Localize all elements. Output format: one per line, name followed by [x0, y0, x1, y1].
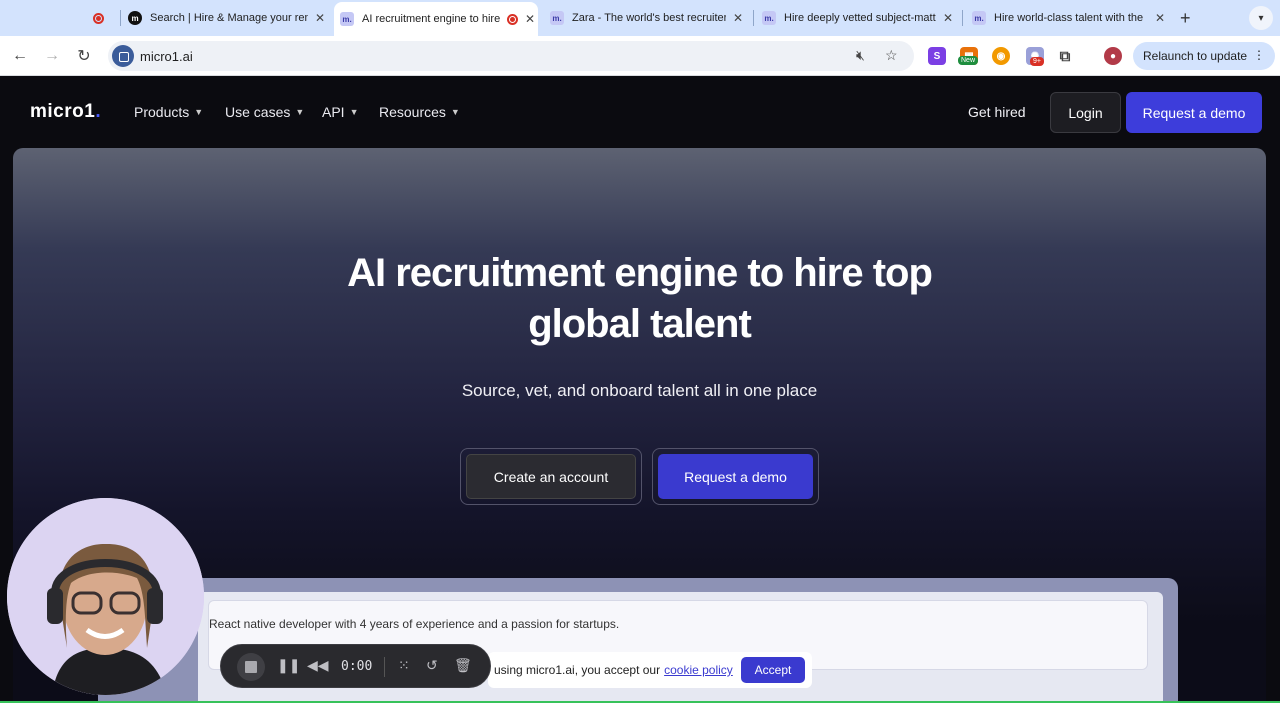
tab-title: Hire deeply vetted subject-matter — [784, 12, 936, 24]
micro1-favicon-icon: m. — [972, 11, 986, 25]
create-account-wrapper: Create an account — [460, 448, 642, 505]
rewind-icon[interactable]: ◀◀ — [307, 657, 329, 674]
extension-firefox-icon[interactable]: ◉ — [992, 47, 1010, 65]
tab-search-dropdown-icon[interactable]: ▾ — [1249, 6, 1273, 30]
browser-tab-strip: m Search | Hire & Manage your remote ✕ m… — [0, 0, 1280, 36]
request-demo-wrapper: Request a demo — [652, 448, 819, 505]
hero-title: AI recruitment engine to hire top global… — [347, 251, 933, 346]
login-button[interactable]: Login — [1050, 92, 1121, 133]
request-demo-button[interactable]: Request a demo — [1126, 92, 1262, 133]
presenter-video — [7, 498, 204, 695]
tab-recording[interactable] — [84, 4, 120, 32]
relaunch-label: Relaunch to update — [1143, 49, 1248, 63]
close-icon[interactable]: ✕ — [1152, 11, 1168, 25]
back-icon[interactable]: ← — [8, 44, 32, 68]
prompt-text: React native developer with 4 years of e… — [209, 617, 620, 631]
micro1-logo[interactable]: micro1. — [30, 101, 101, 123]
nav-api[interactable]: API ▼ — [322, 104, 359, 120]
mute-site-icon[interactable]: 🔇︎ — [856, 47, 865, 64]
nav-resources[interactable]: Resources ▼ — [379, 104, 460, 120]
screen-recorder-toolbar: ❚❚ ◀◀ 0:00 ⁙ ↺ 🗑︎ — [220, 644, 491, 688]
site-info-icon[interactable] — [112, 45, 134, 67]
tab-title: AI recruitment engine to hire — [362, 13, 501, 25]
get-hired-link[interactable]: Get hired — [968, 104, 1026, 120]
chevron-down-icon: ▼ — [349, 107, 359, 117]
tab-zara[interactable]: m. Zara - The world's best recruiter ✕ — [550, 4, 746, 32]
grid-dots-icon[interactable]: ⁙ — [398, 657, 410, 674]
webcam-bubble[interactable] — [7, 498, 204, 695]
tab-hire-vetted[interactable]: m. Hire deeply vetted subject-matter ✕ — [762, 4, 956, 32]
reload-icon[interactable]: ↻ — [72, 44, 96, 68]
close-icon[interactable]: ✕ — [940, 11, 956, 25]
close-icon[interactable]: ✕ — [312, 11, 328, 25]
extension-s-icon[interactable]: S — [928, 47, 946, 65]
tab-hire-world-class[interactable]: m. Hire world-class talent with the ✕ — [972, 4, 1168, 32]
tab-search-hire[interactable]: m Search | Hire & Manage your remote ✕ — [128, 4, 328, 32]
relaunch-to-update-button[interactable]: Relaunch to update ⋮ — [1133, 42, 1275, 70]
stop-recording-icon[interactable] — [237, 653, 265, 681]
extensions-puzzle-icon[interactable]: ⧉ — [1056, 47, 1074, 65]
chevron-down-icon: ▼ — [194, 107, 204, 117]
record-icon — [507, 13, 518, 25]
close-icon[interactable]: ✕ — [730, 11, 746, 25]
close-icon[interactable]: ✕ — [522, 12, 538, 26]
divider — [384, 657, 385, 677]
tab-title: Zara - The world's best recruiter — [572, 12, 726, 24]
chevron-down-icon: ▼ — [450, 107, 460, 117]
address-bar[interactable]: micro1.ai 🔇︎ ☆ — [108, 41, 914, 71]
micro1-favicon-icon: m. — [340, 12, 354, 26]
recording-timer: 0:00 — [341, 659, 373, 674]
tab-title: Search | Hire & Manage your remote — [150, 12, 308, 24]
more-menu-icon[interactable]: ⋮ — [1253, 48, 1265, 62]
new-tab-button[interactable]: + — [1180, 8, 1191, 29]
nav-use-cases[interactable]: Use cases ▼ — [225, 104, 304, 120]
trash-icon[interactable]: 🗑︎ — [454, 657, 472, 674]
site-header: micro1. Products ▼ Use cases ▼ API ▼ Resour… — [0, 77, 1280, 149]
hero-request-demo-button[interactable]: Request a demo — [658, 454, 813, 499]
micro1-favicon-icon: m. — [550, 11, 564, 25]
forward-icon[interactable]: → — [40, 44, 64, 68]
record-icon — [93, 12, 104, 24]
browser-toolbar: ← → ↻ micro1.ai 🔇︎ ☆ S ▦ ◉ ✺ ⧉ ● — [0, 36, 1280, 76]
tab-ai-recruitment[interactable]: m. AI recruitment engine to hire ✕ — [334, 2, 538, 36]
chevron-down-icon: ▼ — [295, 107, 305, 117]
url-text: micro1.ai — [140, 49, 193, 64]
extension-count-badge: 9+ — [1030, 57, 1044, 66]
micro1-favicon-icon: m. — [762, 11, 776, 25]
cookie-text: using micro1.ai, you accept our — [494, 663, 661, 677]
micro1-favicon-icon: m — [128, 11, 142, 25]
profile-avatar[interactable]: ● — [1104, 47, 1122, 65]
bookmark-star-icon[interactable]: ☆ — [885, 47, 898, 64]
tab-title: Hire world-class talent with the — [994, 12, 1144, 24]
hero-subtitle: Source, vet, and onboard talent all in o… — [461, 381, 818, 400]
accept-cookies-button[interactable]: Accept — [741, 657, 805, 683]
extension-new-badge: New — [958, 56, 979, 65]
cookie-policy-link[interactable]: cookie policy — [664, 663, 733, 677]
restart-icon[interactable]: ↺ — [426, 657, 438, 674]
create-account-button[interactable]: Create an account — [466, 454, 636, 499]
cookie-banner: using micro1.ai, you accept our cookie p… — [488, 652, 812, 688]
nav-products[interactable]: Products ▼ — [134, 104, 203, 120]
pause-icon[interactable]: ❚❚ — [277, 657, 300, 674]
